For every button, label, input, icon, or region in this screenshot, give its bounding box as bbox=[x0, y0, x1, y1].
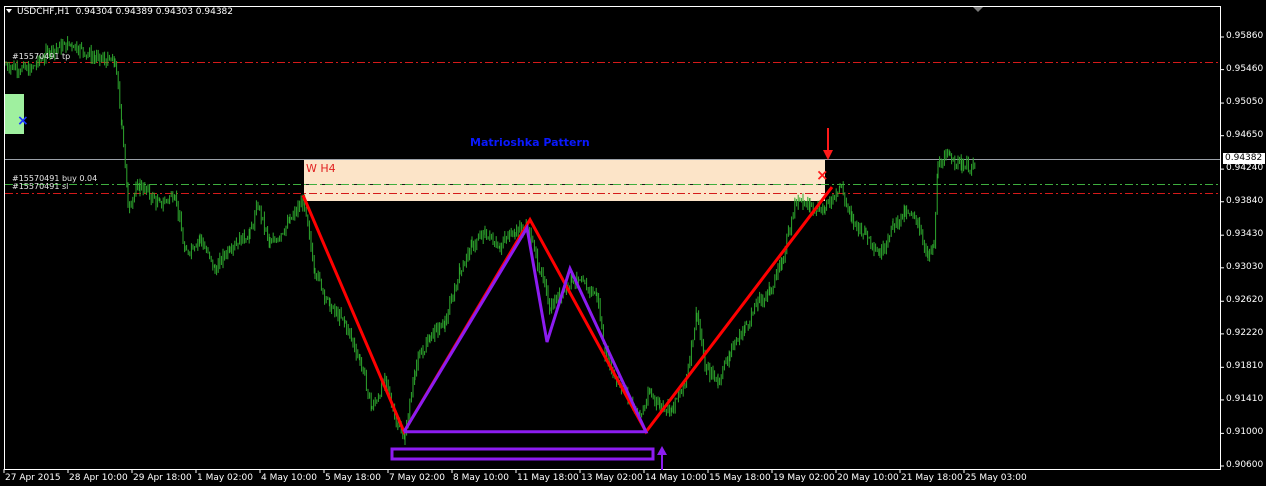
purple-w-pattern-line[interactable] bbox=[402, 223, 649, 434]
price-label: 0.92620 bbox=[1226, 295, 1264, 306]
pattern-base-rect[interactable] bbox=[390, 447, 655, 461]
time-label: 7 May 02:00 bbox=[389, 473, 445, 483]
time-label: 29 Apr 18:00 bbox=[133, 473, 192, 483]
price-label: 0.95050 bbox=[1226, 97, 1264, 108]
symbol-title: USDCHF,H1 bbox=[17, 7, 70, 17]
time-label: 15 May 18:00 bbox=[709, 473, 771, 483]
price-label: 0.93030 bbox=[1226, 261, 1264, 272]
price-chart-canvas[interactable]: × × bbox=[0, 0, 1266, 486]
price-label: 0.93840 bbox=[1226, 195, 1264, 206]
price-label: 0.90600 bbox=[1226, 460, 1264, 470]
time-label: 25 May 03:00 bbox=[965, 473, 1027, 483]
time-label: 11 May 18:00 bbox=[517, 473, 579, 483]
price-label: 0.94650 bbox=[1226, 129, 1264, 140]
time-label: 13 May 02:00 bbox=[581, 473, 643, 483]
mt4-chart-window[interactable]: × × USDCHF,H1 0.94304 0.94389 0.94303 0.… bbox=[0, 0, 1266, 486]
red-w-pattern-line[interactable] bbox=[301, 186, 834, 436]
price-label: 0.91410 bbox=[1226, 393, 1264, 404]
price-label: 0.95460 bbox=[1226, 63, 1264, 74]
time-label: 8 May 10:00 bbox=[453, 473, 509, 483]
time-label: 14 May 10:00 bbox=[645, 473, 707, 483]
chart-shift-marker-icon[interactable] bbox=[973, 7, 983, 12]
chart-frame bbox=[4, 6, 1221, 470]
time-label: 19 May 02:00 bbox=[773, 473, 835, 483]
price-label: 0.91810 bbox=[1226, 361, 1264, 372]
time-label: 21 May 18:00 bbox=[901, 473, 963, 483]
candles-group bbox=[5, 36, 976, 445]
price-label: 0.93430 bbox=[1226, 229, 1264, 240]
time-label: 5 May 18:00 bbox=[325, 473, 381, 483]
up-arrow-icon bbox=[657, 446, 667, 470]
down-arrow-icon bbox=[823, 128, 833, 160]
price-label: 0.92220 bbox=[1226, 327, 1264, 338]
symbol-header[interactable]: USDCHF,H1 0.94304 0.94389 0.94303 0.9438… bbox=[6, 7, 233, 17]
time-label: 27 Apr 2015 bbox=[5, 473, 61, 483]
current-price-tag: 0.94382 bbox=[1223, 153, 1265, 164]
collapse-triangle-icon[interactable] bbox=[6, 9, 12, 13]
price-label: 0.95860 bbox=[1226, 31, 1264, 41]
time-label: 20 May 10:00 bbox=[837, 473, 899, 483]
order-tp-label: #15570491 tp bbox=[12, 52, 71, 61]
ohlc-values: 0.94304 0.94389 0.94303 0.94382 bbox=[75, 7, 234, 17]
exit-x-marker-icon: × bbox=[816, 166, 829, 184]
order-sl-label: #15570491 sl bbox=[12, 182, 69, 191]
w-h4-zone[interactable] bbox=[304, 159, 825, 201]
time-label: 4 May 10:00 bbox=[261, 473, 317, 483]
price-label: 0.91000 bbox=[1226, 427, 1264, 438]
entry-x-marker-icon: × bbox=[17, 113, 29, 129]
time-label: 1 May 02:00 bbox=[197, 473, 253, 483]
price-label: 0.94240 bbox=[1226, 163, 1264, 174]
pattern-title: Matrioshka Pattern bbox=[470, 136, 590, 149]
time-label: 28 Apr 10:00 bbox=[69, 473, 128, 483]
zone-label: W H4 bbox=[306, 162, 336, 175]
